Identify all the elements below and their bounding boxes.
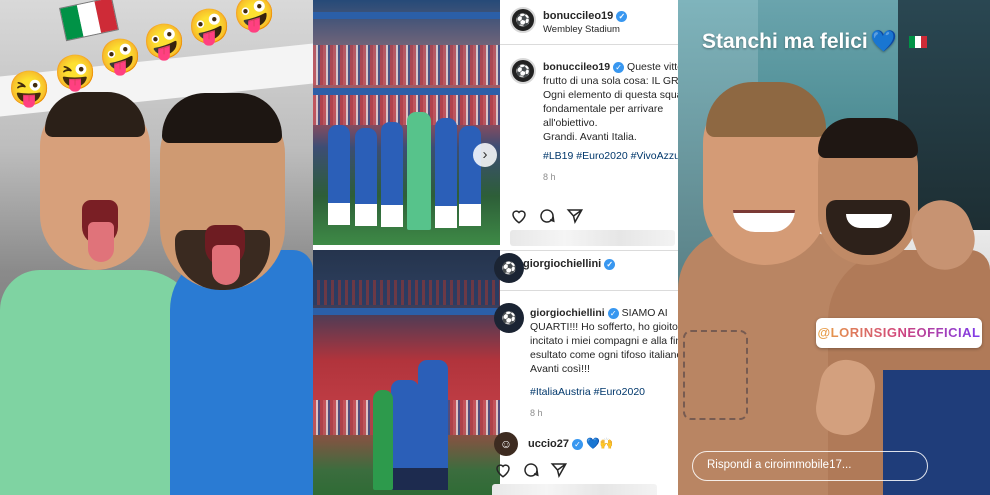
italy-flag-icon bbox=[908, 36, 927, 49]
heart-icon[interactable] bbox=[494, 461, 512, 479]
hair-right bbox=[162, 93, 282, 143]
post-location[interactable]: Wembley Stadium bbox=[543, 24, 620, 35]
emoji-sticker: 🤪 bbox=[233, 0, 276, 33]
post-hashtags[interactable]: #ItaliaAustria #Euro2020 bbox=[530, 386, 645, 398]
comment-username[interactable]: uccio27 bbox=[528, 438, 569, 450]
player-celebrating bbox=[391, 380, 419, 490]
italy-flag-sticker bbox=[59, 0, 119, 42]
player bbox=[459, 126, 481, 226]
tongue-right bbox=[212, 245, 240, 285]
crowd bbox=[313, 280, 500, 305]
post-photo-celebration[interactable] bbox=[313, 250, 500, 495]
instagram-posts-panel: › ⚽ bonuccileo19 ✓ Wembley Stadium ⚽ bonu… bbox=[313, 0, 678, 495]
tongue-left bbox=[88, 222, 114, 262]
emoji-sticker: 😜 bbox=[8, 70, 51, 108]
story-locker-room-panel: Stanchi ma felici 💙 @LORINSIGNEOFFICIAL R… bbox=[678, 0, 990, 495]
divider bbox=[500, 290, 678, 291]
comment-icon[interactable] bbox=[522, 461, 540, 479]
heart-icon[interactable] bbox=[510, 207, 528, 225]
post-caption: giorgiochiellini ✓ SIAMO AI QUARTI!!! Ho … bbox=[530, 307, 678, 375]
post-actions bbox=[494, 461, 568, 479]
comment-icon[interactable] bbox=[538, 207, 556, 225]
blue-heart-icon: 💙 bbox=[870, 30, 897, 53]
divider bbox=[500, 250, 678, 251]
post-timestamp: 8 h bbox=[530, 408, 543, 418]
player bbox=[355, 128, 377, 226]
post-sidebar: ⚽ bonuccileo19 ✓ Wembley Stadium ⚽ bonucc… bbox=[492, 0, 678, 495]
stadium-banner bbox=[313, 308, 500, 315]
player bbox=[328, 125, 350, 225]
story-reply-input[interactable]: Rispondi a ciroimmobile17... bbox=[692, 451, 928, 481]
tattoo bbox=[683, 330, 748, 420]
avatar[interactable]: ⚽ bbox=[494, 303, 524, 333]
verified-badge-icon: ✓ bbox=[571, 438, 583, 450]
post-timestamp: 8 h bbox=[543, 172, 556, 182]
share-icon[interactable] bbox=[566, 207, 584, 225]
share-icon[interactable] bbox=[550, 461, 568, 479]
post-photo-team[interactable]: › bbox=[313, 0, 500, 245]
stadium-banner bbox=[313, 12, 500, 19]
crowd bbox=[313, 45, 500, 85]
verified-badge-icon: ✓ bbox=[613, 61, 625, 73]
blurred-likes bbox=[492, 484, 657, 495]
goalkeeper bbox=[407, 112, 431, 230]
hair-left bbox=[45, 92, 145, 137]
stadium-banner bbox=[313, 88, 500, 95]
blurred-likes bbox=[510, 230, 675, 246]
verified-badge-icon: ✓ bbox=[616, 10, 628, 22]
post-username[interactable]: bonuccileo19 ✓ bbox=[543, 10, 628, 22]
smile-right bbox=[846, 214, 892, 228]
post-actions bbox=[510, 207, 584, 225]
post-hashtags[interactable]: #LB19 #Euro2020 #VivoAzzu bbox=[543, 150, 678, 162]
verified-badge-icon: ✓ bbox=[604, 258, 616, 270]
player-celebrating bbox=[418, 360, 448, 490]
player bbox=[373, 390, 393, 490]
hair-left bbox=[706, 82, 826, 137]
emoji-sticker: 🤪 bbox=[143, 23, 186, 61]
hair-right bbox=[818, 118, 918, 158]
carousel-next-icon[interactable]: › bbox=[473, 143, 497, 167]
story-caption: Stanchi ma felici 💙 bbox=[702, 30, 927, 54]
comment-emojis: 💙🙌 bbox=[586, 438, 614, 450]
player bbox=[435, 118, 457, 228]
avatar[interactable]: ⚽ bbox=[494, 253, 524, 283]
emoji-sticker: 🤪 bbox=[99, 38, 142, 76]
avatar[interactable]: ☺ bbox=[494, 432, 518, 456]
story-selfie-panel: 😜 😜 🤪 🤪 🤪 🤪 bbox=[0, 0, 313, 495]
avatar[interactable]: ⚽ bbox=[510, 58, 536, 84]
post-caption: bonuccileo19✓ Queste vittor frutto di un… bbox=[543, 61, 678, 143]
mention-sticker[interactable]: @LORINSIGNEOFFICIAL bbox=[816, 318, 982, 348]
emoji-sticker: 😜 bbox=[54, 54, 97, 92]
player bbox=[381, 122, 403, 227]
emoji-sticker: 🤪 bbox=[188, 8, 231, 46]
comment: uccio27 ✓ 💙🙌 bbox=[528, 437, 613, 450]
avatar[interactable]: ⚽ bbox=[510, 7, 536, 33]
divider bbox=[500, 44, 678, 45]
verified-badge-icon: ✓ bbox=[607, 307, 619, 319]
post-username[interactable]: giorgiochiellini ✓ bbox=[523, 258, 616, 270]
